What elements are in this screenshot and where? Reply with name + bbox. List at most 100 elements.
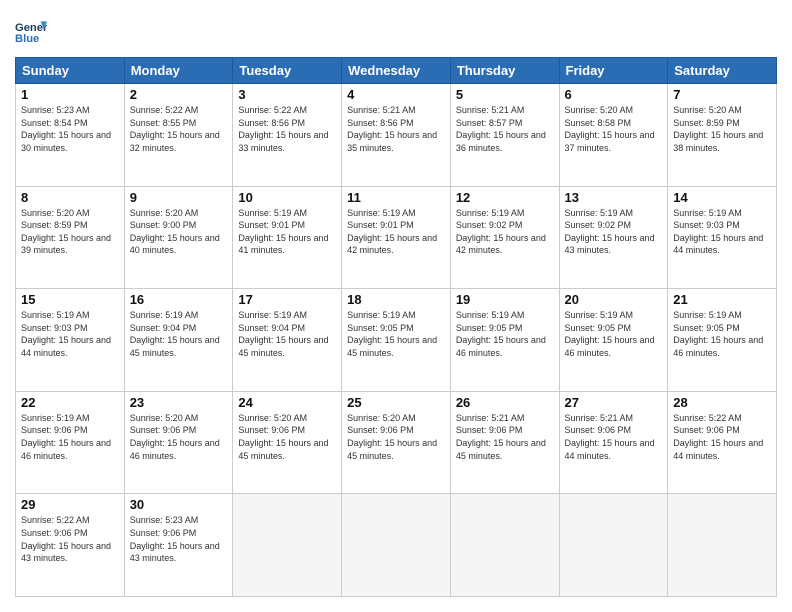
day-number: 4 [347,87,445,102]
day-number: 11 [347,190,445,205]
calendar-cell: 17 Sunrise: 5:19 AM Sunset: 9:04 PM Dayl… [233,289,342,392]
sunset-label: Sunset: 9:02 PM [456,220,523,230]
day-number: 19 [456,292,554,307]
day-number: 9 [130,190,228,205]
day-info: Sunrise: 5:22 AM Sunset: 8:56 PM Dayligh… [238,104,336,154]
sunset-label: Sunset: 9:06 PM [456,425,523,435]
day-number: 7 [673,87,771,102]
sunrise-label: Sunrise: 5:19 AM [130,310,199,320]
calendar-cell: 15 Sunrise: 5:19 AM Sunset: 9:03 PM Dayl… [16,289,125,392]
sunrise-label: Sunrise: 5:20 AM [21,208,90,218]
sunrise-label: Sunrise: 5:19 AM [347,208,416,218]
day-number: 15 [21,292,119,307]
sunset-label: Sunset: 9:00 PM [130,220,197,230]
calendar-week-1: 1 Sunrise: 5:23 AM Sunset: 8:54 PM Dayli… [16,84,777,187]
sunset-label: Sunset: 9:05 PM [347,323,414,333]
calendar-cell [559,494,668,597]
calendar-cell: 23 Sunrise: 5:20 AM Sunset: 9:06 PM Dayl… [124,391,233,494]
calendar-cell: 28 Sunrise: 5:22 AM Sunset: 9:06 PM Dayl… [668,391,777,494]
logo: General Blue [15,15,51,47]
day-number: 30 [130,497,228,512]
day-info: Sunrise: 5:19 AM Sunset: 9:02 PM Dayligh… [456,207,554,257]
sunrise-label: Sunrise: 5:19 AM [21,413,90,423]
day-info: Sunrise: 5:19 AM Sunset: 9:02 PM Dayligh… [565,207,663,257]
sunrise-label: Sunrise: 5:19 AM [565,208,634,218]
calendar-cell: 22 Sunrise: 5:19 AM Sunset: 9:06 PM Dayl… [16,391,125,494]
day-info: Sunrise: 5:20 AM Sunset: 8:59 PM Dayligh… [673,104,771,154]
sunset-label: Sunset: 9:06 PM [21,425,88,435]
calendar-cell: 9 Sunrise: 5:20 AM Sunset: 9:00 PM Dayli… [124,186,233,289]
day-number: 6 [565,87,663,102]
day-info: Sunrise: 5:23 AM Sunset: 8:54 PM Dayligh… [21,104,119,154]
daylight-label: Daylight: 15 hours and 38 minutes. [673,130,763,153]
sunrise-label: Sunrise: 5:22 AM [130,105,199,115]
day-number: 8 [21,190,119,205]
sunrise-label: Sunrise: 5:20 AM [347,413,416,423]
day-number: 27 [565,395,663,410]
sunrise-label: Sunrise: 5:21 AM [456,105,525,115]
sunrise-label: Sunrise: 5:20 AM [238,413,307,423]
weekday-header-friday: Friday [559,58,668,84]
day-number: 25 [347,395,445,410]
day-info: Sunrise: 5:19 AM Sunset: 9:05 PM Dayligh… [456,309,554,359]
calendar-cell: 1 Sunrise: 5:23 AM Sunset: 8:54 PM Dayli… [16,84,125,187]
day-number: 22 [21,395,119,410]
day-info: Sunrise: 5:19 AM Sunset: 9:01 PM Dayligh… [238,207,336,257]
day-number: 29 [21,497,119,512]
calendar-cell: 27 Sunrise: 5:21 AM Sunset: 9:06 PM Dayl… [559,391,668,494]
sunset-label: Sunset: 8:57 PM [456,118,523,128]
weekday-header-tuesday: Tuesday [233,58,342,84]
sunset-label: Sunset: 9:03 PM [21,323,88,333]
calendar-cell: 19 Sunrise: 5:19 AM Sunset: 9:05 PM Dayl… [450,289,559,392]
day-info: Sunrise: 5:20 AM Sunset: 9:06 PM Dayligh… [347,412,445,462]
day-info: Sunrise: 5:19 AM Sunset: 9:04 PM Dayligh… [130,309,228,359]
sunset-label: Sunset: 9:05 PM [673,323,740,333]
day-info: Sunrise: 5:21 AM Sunset: 9:06 PM Dayligh… [456,412,554,462]
day-number: 5 [456,87,554,102]
sunset-label: Sunset: 9:06 PM [347,425,414,435]
calendar-week-2: 8 Sunrise: 5:20 AM Sunset: 8:59 PM Dayli… [16,186,777,289]
calendar-cell: 11 Sunrise: 5:19 AM Sunset: 9:01 PM Dayl… [342,186,451,289]
day-info: Sunrise: 5:22 AM Sunset: 8:55 PM Dayligh… [130,104,228,154]
sunrise-label: Sunrise: 5:22 AM [673,413,742,423]
sunset-label: Sunset: 8:54 PM [21,118,88,128]
sunset-label: Sunset: 9:05 PM [456,323,523,333]
daylight-label: Daylight: 15 hours and 30 minutes. [21,130,111,153]
sunrise-label: Sunrise: 5:19 AM [565,310,634,320]
sunset-label: Sunset: 9:06 PM [565,425,632,435]
calendar-cell: 25 Sunrise: 5:20 AM Sunset: 9:06 PM Dayl… [342,391,451,494]
day-info: Sunrise: 5:20 AM Sunset: 8:58 PM Dayligh… [565,104,663,154]
daylight-label: Daylight: 15 hours and 42 minutes. [456,233,546,256]
calendar-cell: 8 Sunrise: 5:20 AM Sunset: 8:59 PM Dayli… [16,186,125,289]
day-number: 3 [238,87,336,102]
calendar-cell: 30 Sunrise: 5:23 AM Sunset: 9:06 PM Dayl… [124,494,233,597]
sunset-label: Sunset: 9:04 PM [238,323,305,333]
sunrise-label: Sunrise: 5:19 AM [456,208,525,218]
sunset-label: Sunset: 9:05 PM [565,323,632,333]
day-info: Sunrise: 5:19 AM Sunset: 9:05 PM Dayligh… [347,309,445,359]
day-info: Sunrise: 5:20 AM Sunset: 9:06 PM Dayligh… [238,412,336,462]
sunset-label: Sunset: 9:01 PM [347,220,414,230]
calendar-cell: 14 Sunrise: 5:19 AM Sunset: 9:03 PM Dayl… [668,186,777,289]
weekday-header-row: SundayMondayTuesdayWednesdayThursdayFrid… [16,58,777,84]
sunset-label: Sunset: 9:06 PM [673,425,740,435]
day-info: Sunrise: 5:19 AM Sunset: 9:06 PM Dayligh… [21,412,119,462]
calendar-cell: 24 Sunrise: 5:20 AM Sunset: 9:06 PM Dayl… [233,391,342,494]
weekday-header-sunday: Sunday [16,58,125,84]
sunset-label: Sunset: 9:04 PM [130,323,197,333]
sunset-label: Sunset: 8:55 PM [130,118,197,128]
calendar-cell: 4 Sunrise: 5:21 AM Sunset: 8:56 PM Dayli… [342,84,451,187]
calendar-cell: 10 Sunrise: 5:19 AM Sunset: 9:01 PM Dayl… [233,186,342,289]
daylight-label: Daylight: 15 hours and 39 minutes. [21,233,111,256]
sunset-label: Sunset: 8:56 PM [347,118,414,128]
day-number: 20 [565,292,663,307]
sunset-label: Sunset: 8:59 PM [673,118,740,128]
sunrise-label: Sunrise: 5:20 AM [130,413,199,423]
sunrise-label: Sunrise: 5:22 AM [238,105,307,115]
calendar-cell [342,494,451,597]
day-number: 14 [673,190,771,205]
sunset-label: Sunset: 9:02 PM [565,220,632,230]
daylight-label: Daylight: 15 hours and 37 minutes. [565,130,655,153]
calendar-cell: 20 Sunrise: 5:19 AM Sunset: 9:05 PM Dayl… [559,289,668,392]
daylight-label: Daylight: 15 hours and 45 minutes. [238,438,328,461]
